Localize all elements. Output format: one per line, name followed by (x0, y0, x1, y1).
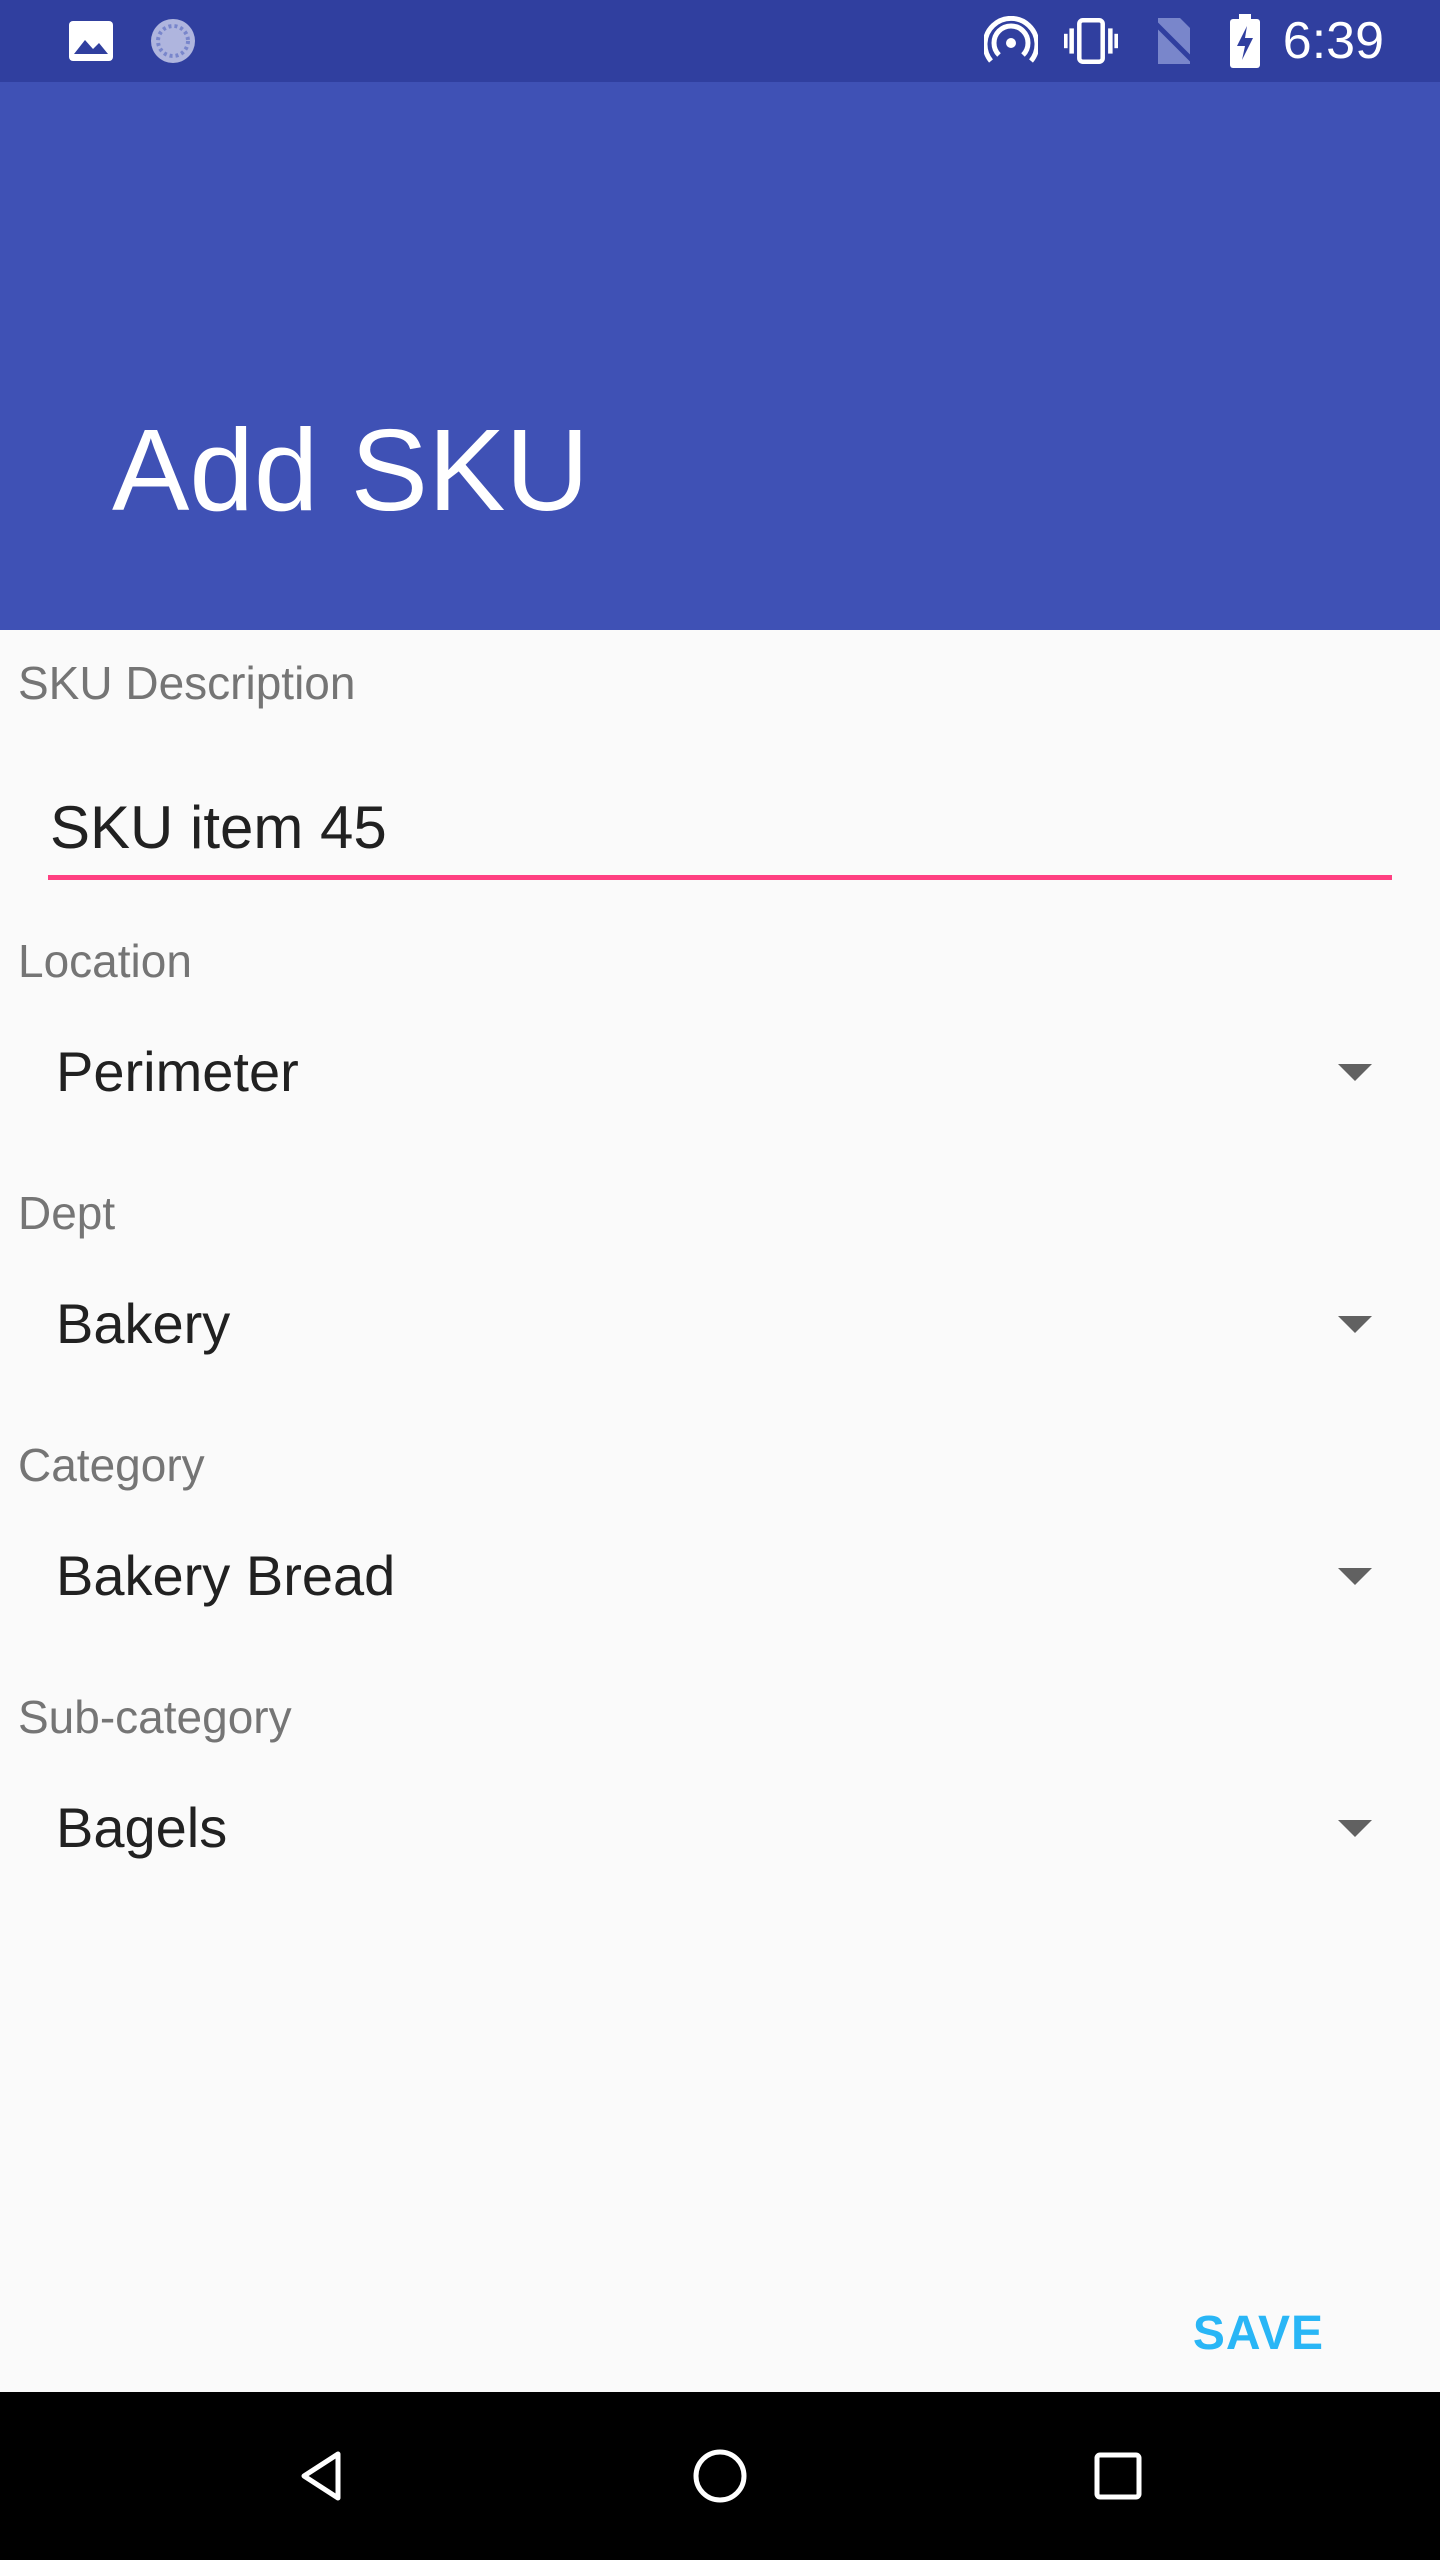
dropdown-arrow-icon (1338, 1064, 1372, 1081)
subcategory-value: Bagels (56, 1796, 228, 1859)
location-label: Location (18, 935, 192, 987)
location-value: Perimeter (56, 1040, 299, 1103)
hotspot-icon (984, 14, 1038, 68)
home-icon[interactable] (680, 2436, 760, 2516)
no-sim-icon (1146, 14, 1200, 68)
dept-dropdown[interactable]: Bakery (0, 1268, 1440, 1388)
category-value: Bakery Bread (56, 1544, 396, 1607)
category-label: Category (18, 1439, 205, 1491)
subcategory-label: Sub-category (18, 1691, 292, 1743)
recents-icon[interactable] (1078, 2436, 1158, 2516)
dept-value: Bakery (56, 1292, 231, 1355)
dept-label: Dept (18, 1187, 116, 1239)
sku-description-input[interactable] (48, 780, 1392, 880)
location-dropdown[interactable]: Perimeter (0, 1016, 1440, 1136)
dropdown-arrow-icon (1338, 1316, 1372, 1333)
sku-description-label: SKU Description (18, 657, 356, 709)
subcategory-dropdown[interactable]: Bagels (0, 1772, 1440, 1892)
dropdown-arrow-icon (1338, 1820, 1372, 1837)
navigation-bar (0, 2392, 1440, 2560)
vibrate-icon (1064, 14, 1118, 68)
battery-charging-icon (1218, 14, 1272, 68)
category-dropdown[interactable]: Bakery Bread (0, 1520, 1440, 1640)
save-button[interactable]: SAVE (1185, 2294, 1332, 2373)
back-icon[interactable] (282, 2436, 362, 2516)
app-bar: Add SKU (0, 82, 1440, 630)
status-time: 6:39 (1282, 12, 1384, 70)
image-icon (64, 14, 118, 68)
dropdown-arrow-icon (1338, 1568, 1372, 1585)
sync-icon (146, 14, 200, 68)
status-bar: 6:39 (0, 0, 1440, 82)
page-title: Add SKU (112, 405, 590, 535)
